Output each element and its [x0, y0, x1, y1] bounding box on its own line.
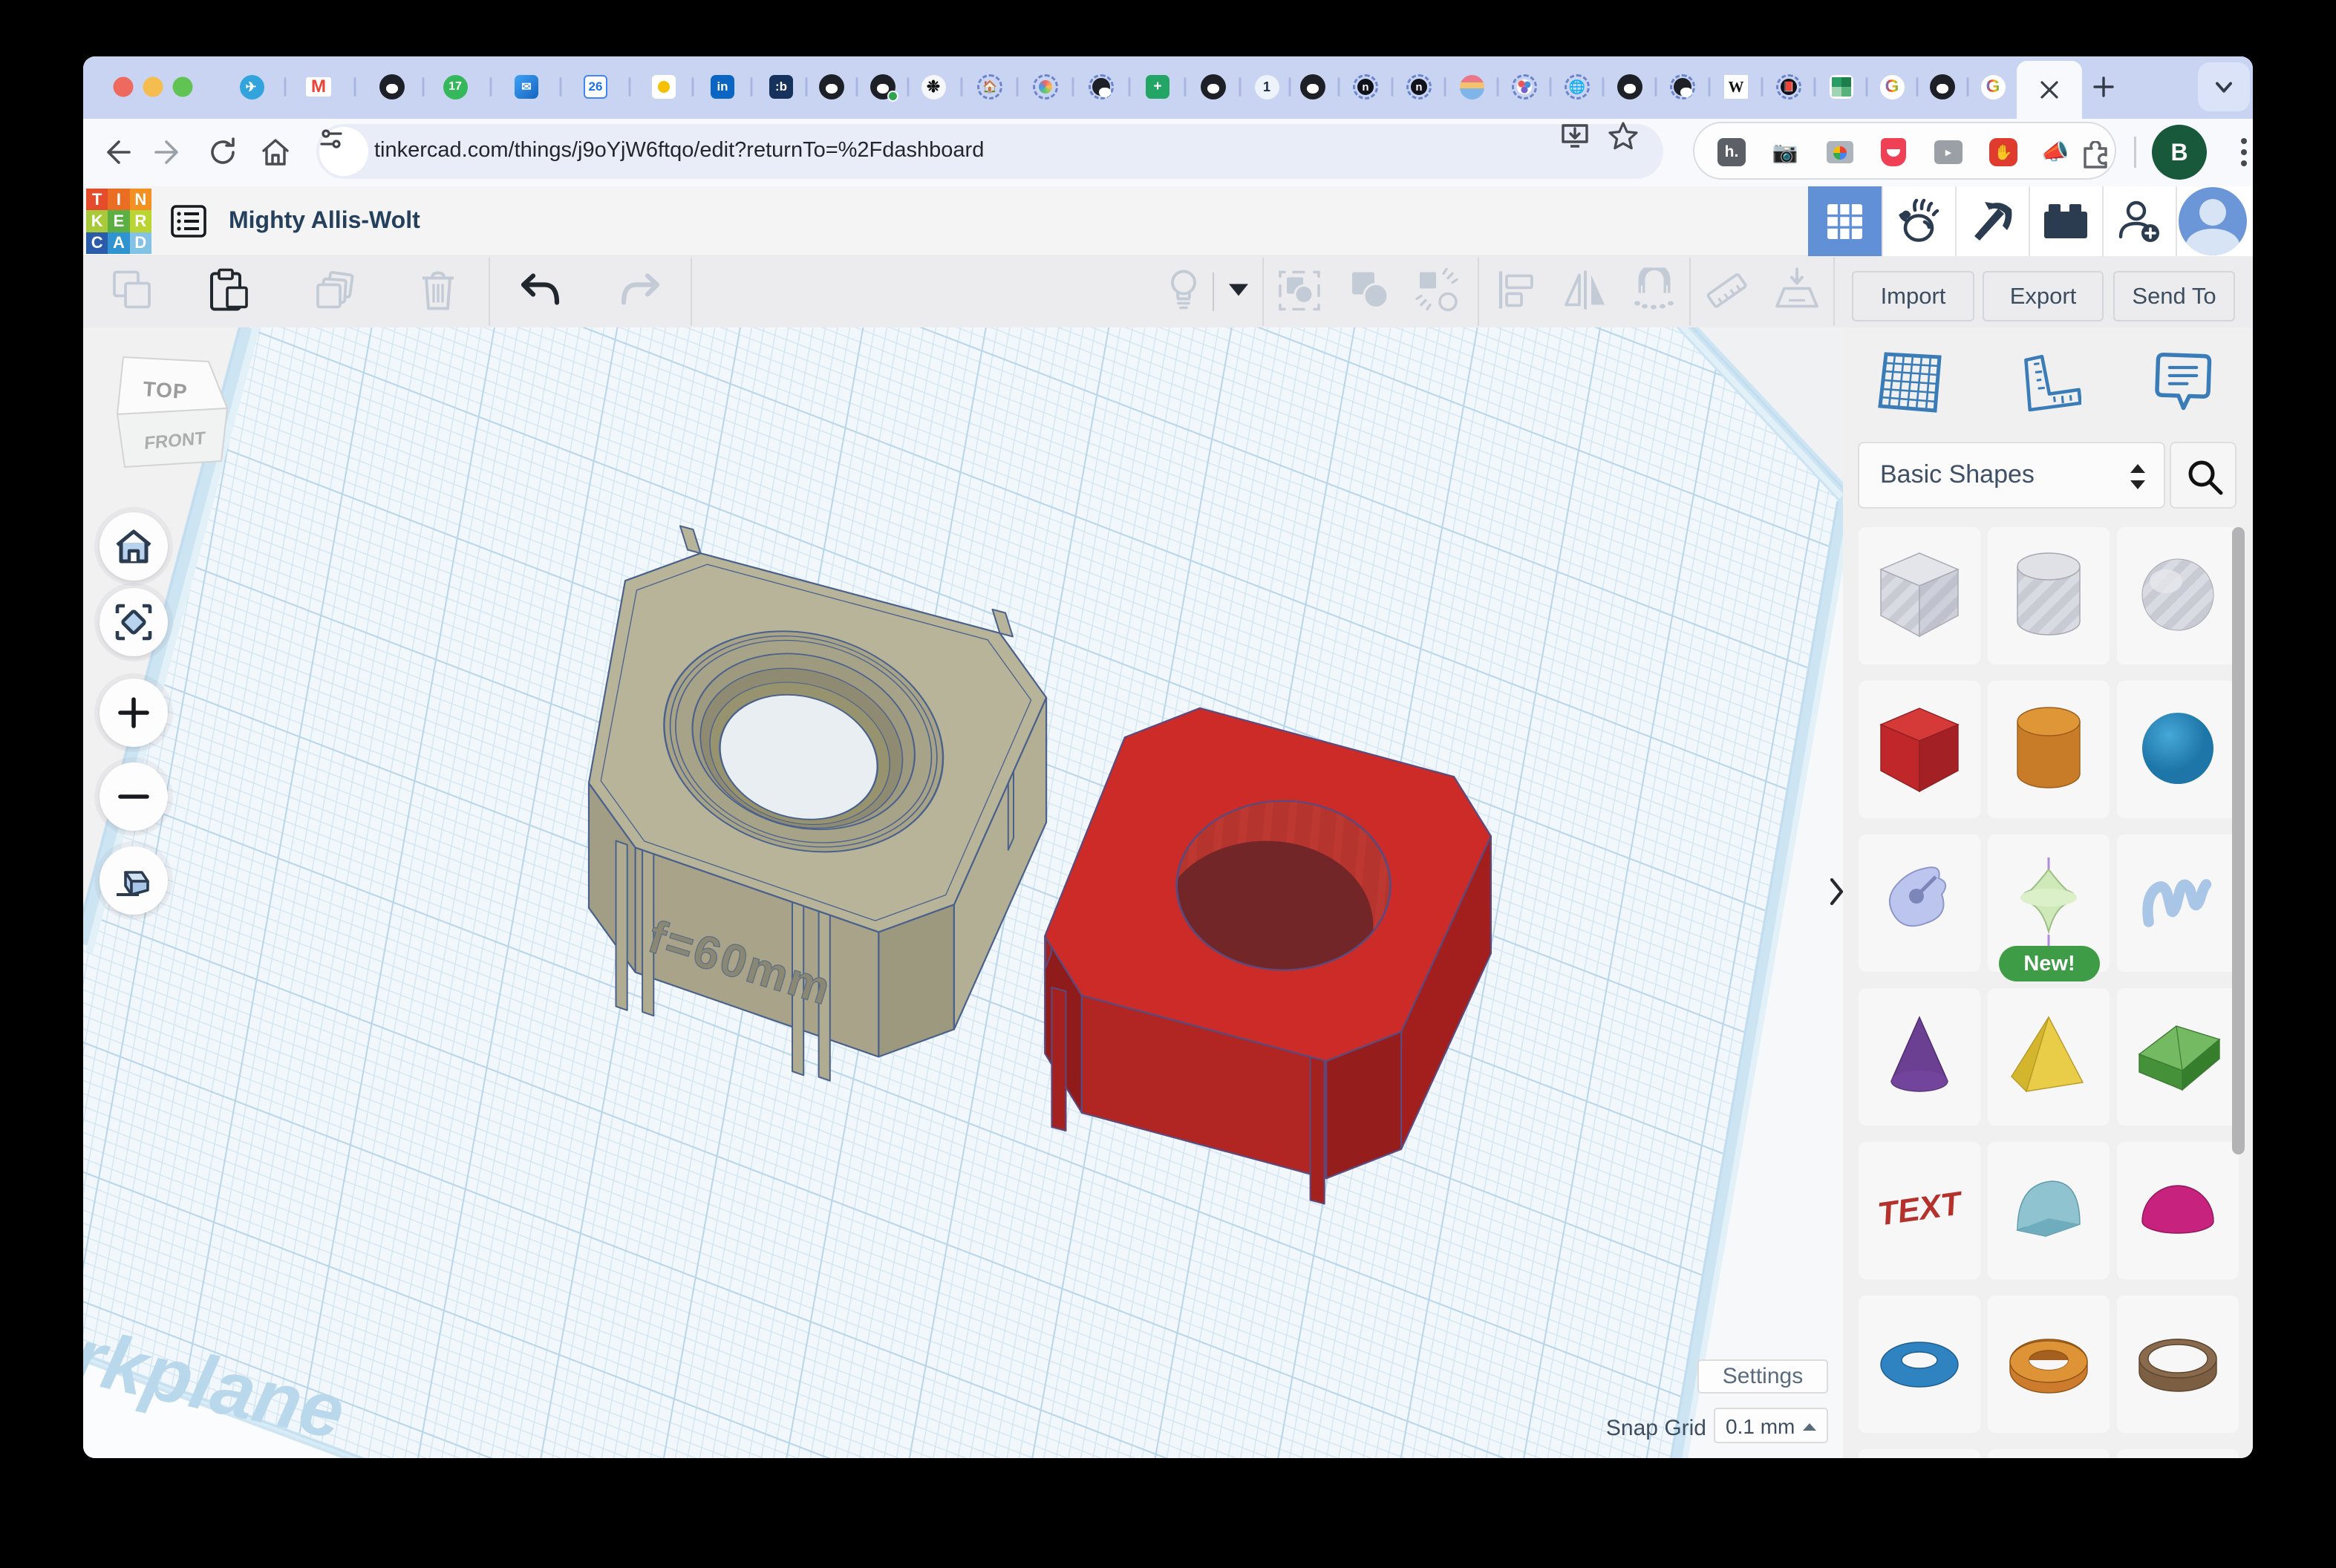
svg-text:TOP: TOP [143, 377, 189, 403]
svg-text:TEXT: TEXT [1876, 1184, 1965, 1232]
